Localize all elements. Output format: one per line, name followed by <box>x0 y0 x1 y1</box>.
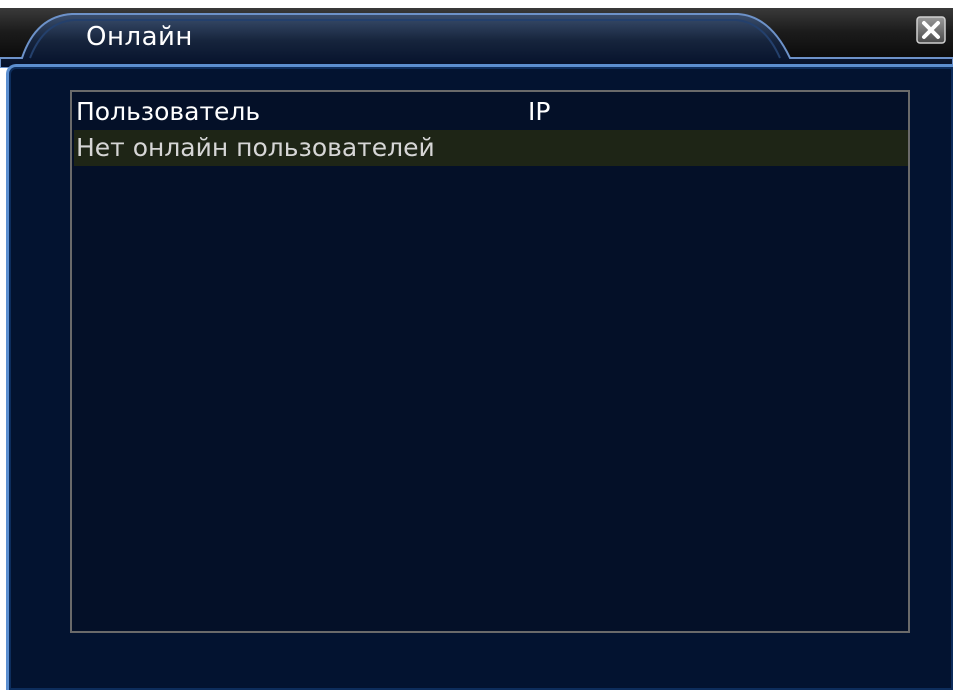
window-title: Онлайн <box>86 22 193 52</box>
close-button[interactable] <box>916 16 946 44</box>
online-users-list[interactable]: Пользователь IP Нет онлайн пользователей <box>70 90 910 633</box>
empty-list-message: Нет онлайн пользователей <box>76 133 435 162</box>
online-users-window: Онлайн Пользователь IP Нет онлайн пользо… <box>0 0 953 690</box>
column-header-user: Пользователь <box>76 97 261 126</box>
list-header-row: Пользователь IP <box>72 94 908 130</box>
list-item[interactable]: Нет онлайн пользователей <box>74 130 908 166</box>
column-header-ip: IP <box>528 97 551 126</box>
